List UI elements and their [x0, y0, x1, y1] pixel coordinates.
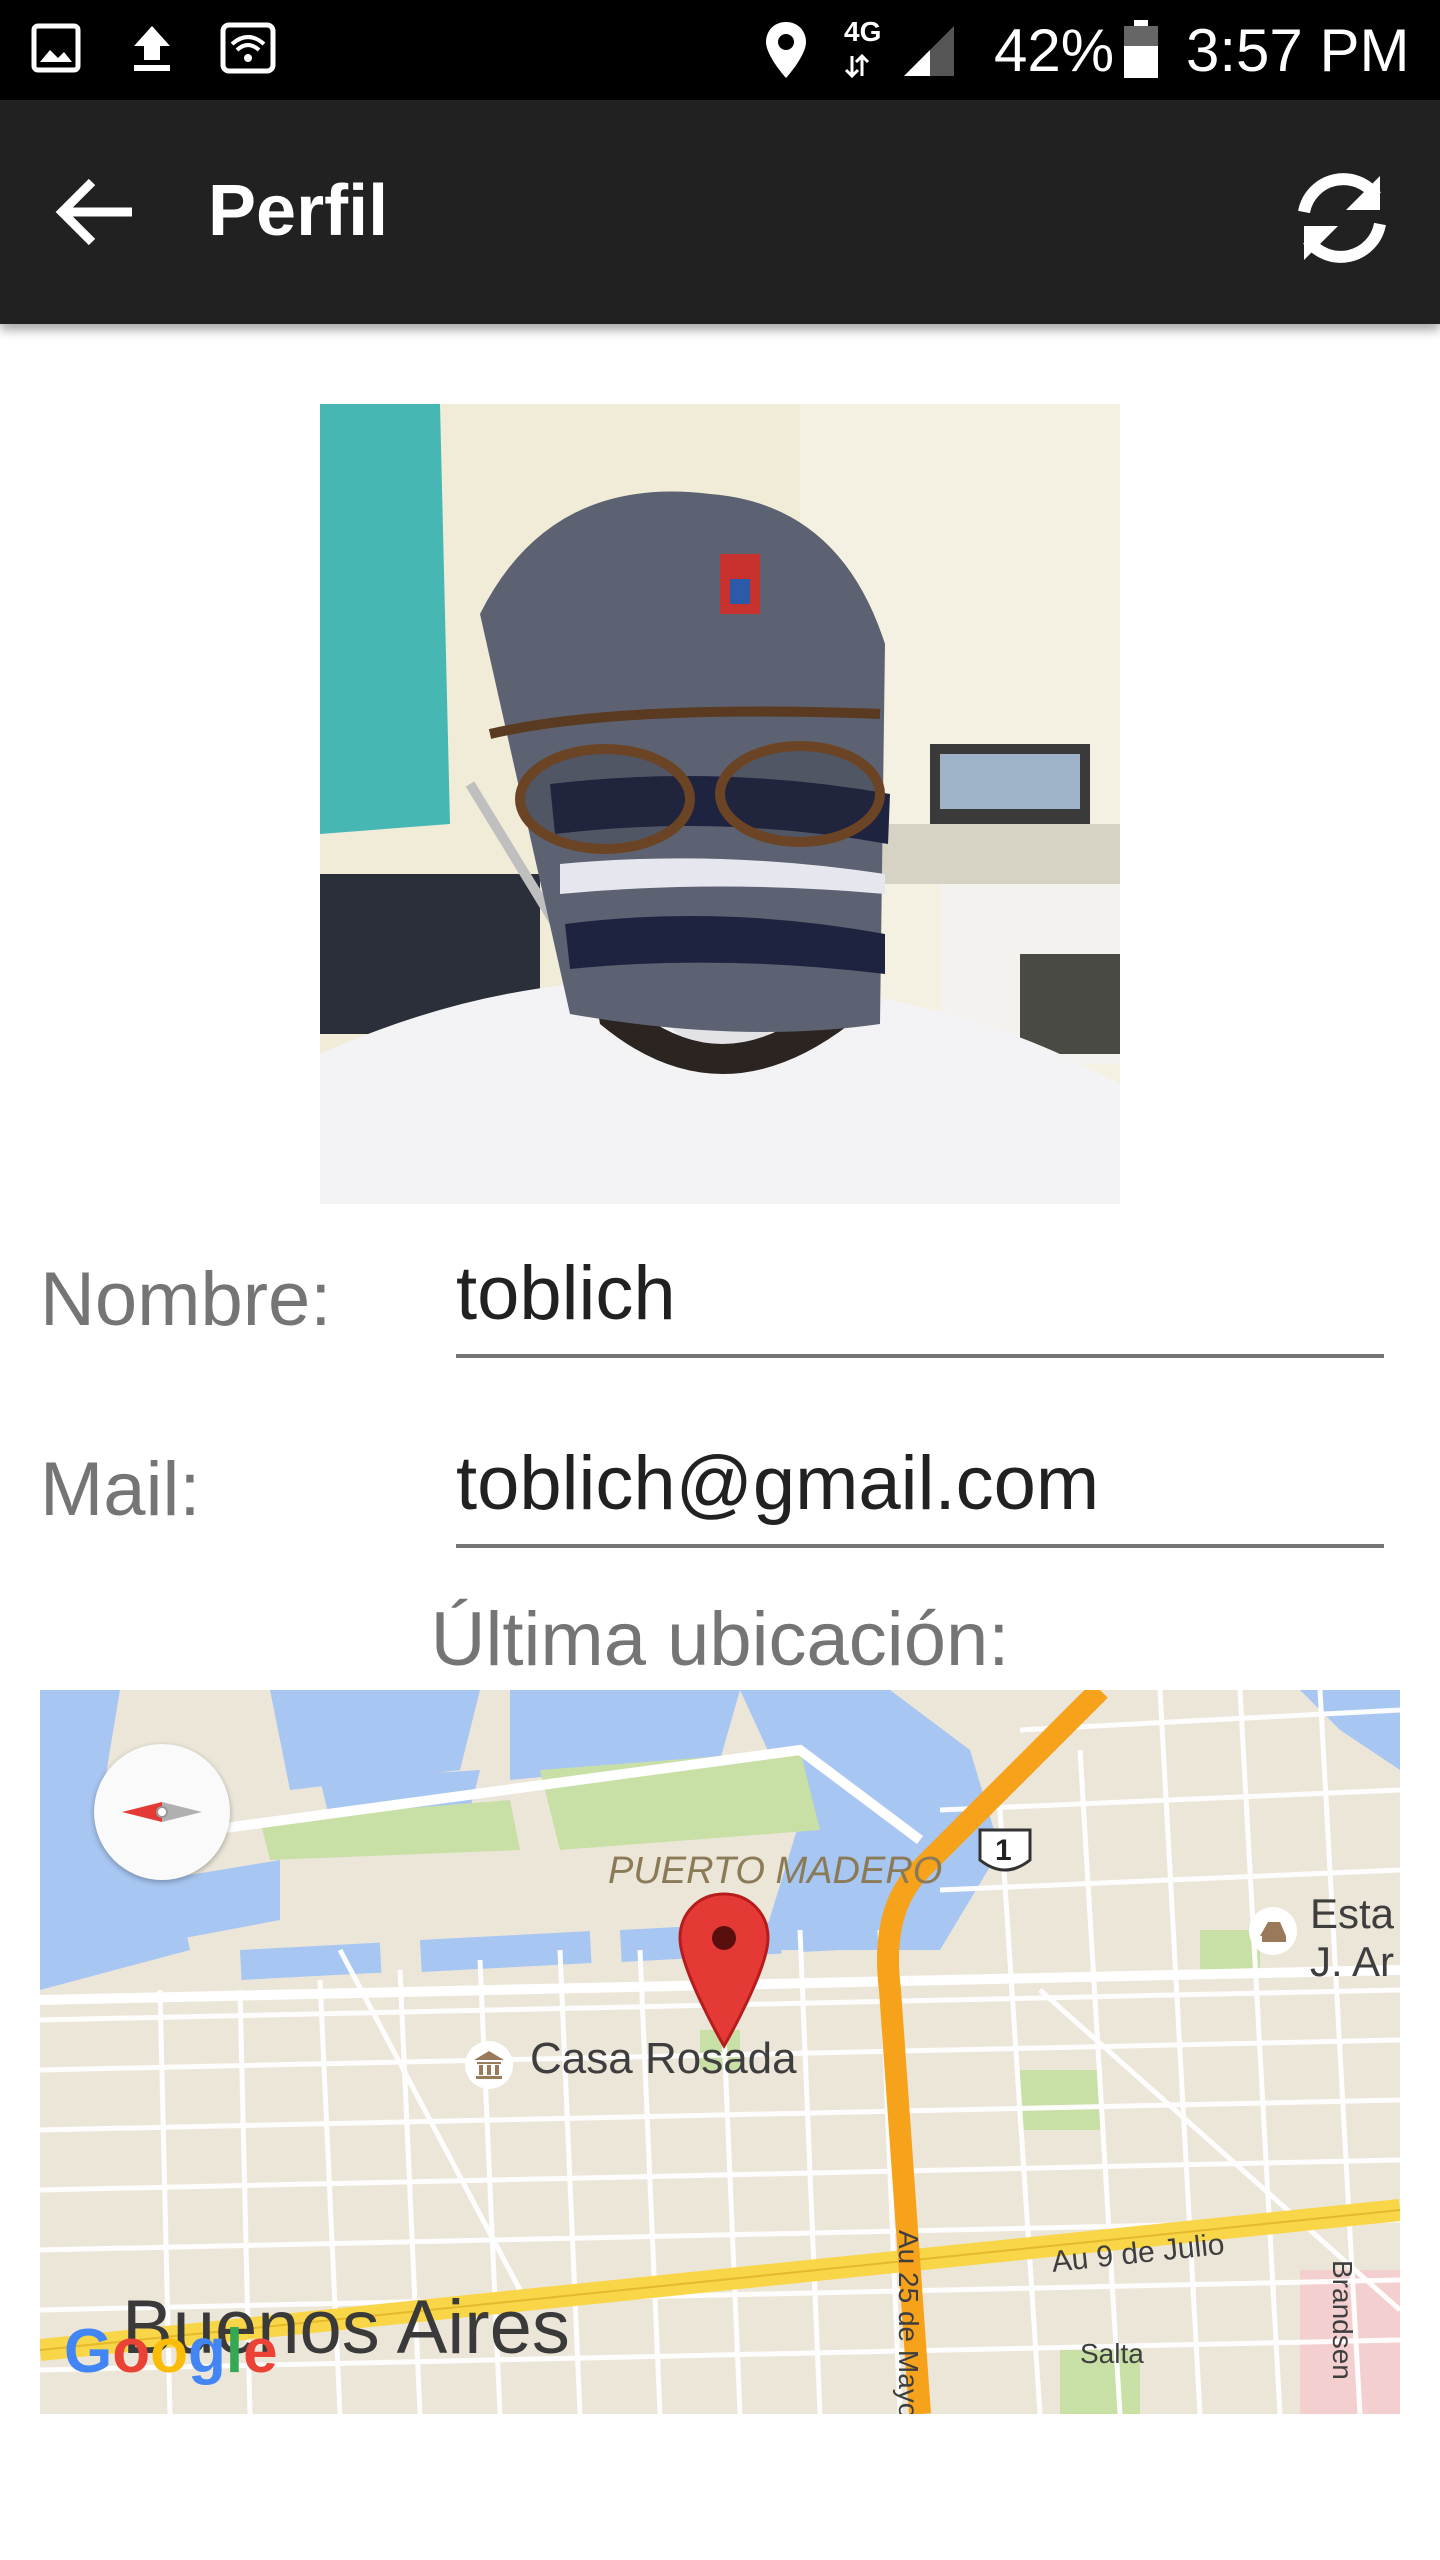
map-label-au-25-mayo: Au 25 de Mayo — [893, 2230, 924, 2414]
wifi-icon — [220, 22, 276, 74]
name-underline — [456, 1354, 1384, 1358]
name-label: Nombre: — [40, 1257, 332, 1342]
profile-photo — [320, 404, 1120, 1204]
name-field[interactable]: toblich — [456, 1250, 1384, 1362]
map-label-estacion-2: J. Ar — [1310, 1938, 1395, 1985]
location-title: Última ubicación: — [430, 1597, 1010, 1682]
page-title: Perfil — [208, 171, 389, 251]
map-label-casa-rosada: Casa Rosada — [530, 2034, 797, 2083]
app-toolbar: Perfil — [0, 100, 1440, 324]
map-label-brandsen: Brandsen — [1327, 2260, 1358, 2380]
mail-label: Mail: — [40, 1447, 201, 1532]
svg-text:Google: Google — [64, 2317, 278, 2386]
compass-button[interactable] — [94, 1744, 230, 1880]
museum-icon — [465, 2041, 513, 2089]
map-label-estacion-1: Esta — [1310, 1890, 1395, 1937]
name-value: toblich — [456, 1251, 676, 1336]
map-label-salta: Salta — [1080, 2338, 1144, 2369]
refresh-button[interactable] — [1284, 160, 1400, 276]
status-bar: 4G 42% 3:57 PM — [0, 0, 1440, 100]
upload-icon — [134, 26, 170, 71]
compass-icon — [122, 1802, 202, 1822]
image-icon — [31, 23, 81, 73]
battery-percent: 42% — [994, 17, 1115, 84]
back-button[interactable] — [52, 174, 140, 250]
map-label-puerto-madero: PUERTO MADERO — [608, 1850, 943, 1892]
battery-icon — [1124, 20, 1158, 78]
mail-field[interactable]: toblich@gmail.com — [456, 1440, 1384, 1552]
location-map[interactable]: PUERTO MADERO 1 Casa Rosada Esta J. Ar A… — [40, 1690, 1400, 2414]
map-pin-icon — [678, 1892, 770, 2049]
map-label-route: 1 — [995, 1834, 1012, 1867]
station-icon — [1249, 1907, 1297, 1955]
arrow-back-icon — [55, 178, 132, 246]
mail-value: toblich@gmail.com — [456, 1441, 1100, 1526]
google-logo: Google — [64, 2317, 278, 2386]
signal-icon — [844, 26, 954, 78]
clock: 3:57 PM — [1186, 17, 1410, 84]
mail-underline — [456, 1544, 1384, 1548]
location-icon — [766, 22, 806, 78]
refresh-icon — [1298, 173, 1386, 263]
